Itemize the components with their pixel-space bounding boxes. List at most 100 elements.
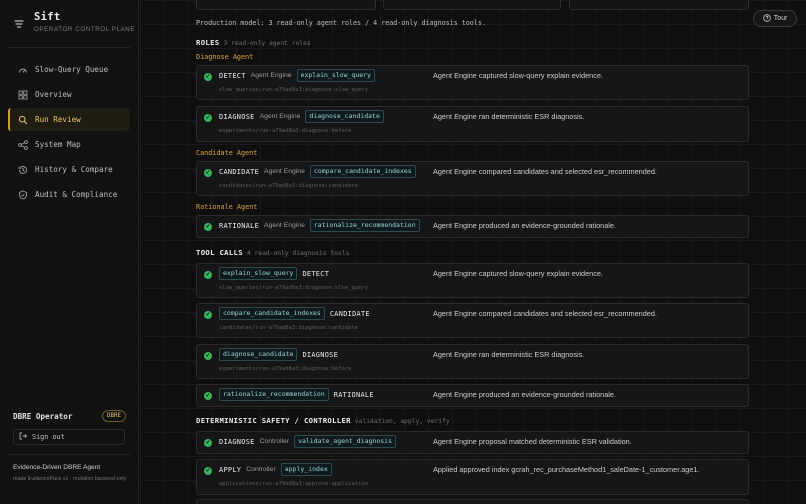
nav-item-run-review[interactable]: Run Review (8, 108, 130, 131)
history-icon (18, 165, 28, 175)
production-model-note: Production model: 3 read-only agent role… (196, 19, 486, 27)
nav-item-system-map[interactable]: System Map (8, 133, 130, 156)
divider (8, 454, 130, 455)
nav-item-overview[interactable]: Overview (8, 83, 130, 106)
nodes-icon (18, 139, 28, 150)
group-diagnose-agent: Diagnose Agent (196, 53, 254, 61)
check-circle-icon: ✓ (204, 352, 212, 360)
safety-row-validate[interactable]: ✓ DIAGNOSE Controller validate_agent_dia… (196, 431, 749, 454)
tool-calls-heading: TOOL CALLS 4 read-only diagnosis tools (196, 248, 349, 257)
tool-chip: validate_agent_diagnosis (294, 435, 396, 448)
step-description: Agent Engine captured slow-query explain… (433, 269, 603, 278)
step-keyword: DETECT (302, 269, 330, 278)
roles-heading: ROLES 3 read-only agent roles (196, 38, 311, 47)
summary-cards (196, 0, 749, 10)
tour-button[interactable]: Tour (753, 10, 797, 27)
step-keyword: CANDIDATE (329, 309, 370, 318)
step-description: Agent Engine produced an evidence-ground… (433, 221, 616, 230)
evidence-path: candidates/run-a79ad8a3:diagnose:candida… (219, 183, 359, 189)
footer-note: reads EvidencePack v1 · mutation backend… (13, 476, 127, 482)
safety-row[interactable] (196, 499, 749, 504)
nav-label: Audit & Compliance (35, 190, 118, 199)
role-row-diagnose[interactable]: ✓ DIAGNOSE Agent Engine diagnose_candida… (196, 106, 749, 142)
tool-chip: compare_candidate_indexes (219, 307, 325, 320)
tool-chip: rationalize_recommendation (219, 388, 329, 401)
nav-item-audit-compliance[interactable]: Audit & Compliance (8, 183, 130, 206)
group-candidate-agent: Candidate Agent (196, 149, 258, 157)
evidence-path: candidates/run-a79ad8a3:diagnose:candida… (219, 325, 359, 331)
tool-chip: explain_slow_query (219, 267, 298, 280)
tool-call-row[interactable]: ✓ rationalize_recommendation RATIONALE A… (196, 384, 749, 407)
role-row-candidate[interactable]: ✓ CANDIDATE Agent Engine compare_candida… (196, 161, 749, 196)
evidence-path: experiments/run-a79ad8a3:diagnose:before (219, 128, 352, 134)
nav-label: Run Review (35, 115, 81, 124)
section-subtitle: 4 read-only diagnosis tools (246, 250, 350, 257)
tool-chip: compare_candidate_indexes (309, 165, 416, 178)
actor-label: Agent Engine (264, 222, 305, 229)
help-circle-icon (762, 13, 771, 24)
main-panel: Tour Production model: 3 read-only agent… (140, 0, 806, 504)
actor-label: Controller (259, 438, 290, 445)
nav-item-history-compare[interactable]: History & Compare (8, 158, 130, 181)
evidence-path: slow_queries/run-a79ad8a3:diagnose:slow_… (219, 87, 369, 93)
actor-label: Controller (246, 466, 276, 473)
tool-call-row[interactable]: ✓ compare_candidate_indexes CANDIDATE ca… (196, 303, 749, 338)
step-description: Agent Engine proposal matched determinis… (433, 437, 632, 446)
check-circle-icon: ✓ (204, 311, 212, 319)
step-keyword: RATIONALE (219, 221, 260, 230)
actor-label: Agent Engine (250, 72, 292, 79)
gauge-icon (18, 65, 28, 75)
evidence-path: experiments/run-a79ad8a3:diagnose:before (219, 366, 352, 372)
nav-label: History & Compare (35, 165, 113, 174)
sidebar: Sift OPERATOR CONTROL PLANE Slow-Query Q… (0, 0, 139, 504)
shield-icon (18, 190, 28, 200)
brand: Sift OPERATOR CONTROL PLANE (12, 11, 135, 33)
safety-row-apply[interactable]: ✓ APPLY Controller apply_index applicati… (196, 459, 749, 495)
summary-card (569, 0, 749, 10)
step-keyword: RATIONALE (333, 390, 374, 399)
step-keyword: DETECT (219, 71, 246, 80)
step-description: Agent Engine ran deterministic ESR diagn… (433, 112, 585, 121)
step-description: Applied approved index gcrah_rec_purchas… (433, 465, 700, 474)
check-circle-icon: ✓ (204, 73, 212, 81)
safety-controller-heading: DETERMINISTIC SAFETY / CONTROLLER validat… (196, 416, 450, 425)
check-circle-icon: ✓ (204, 271, 212, 279)
check-circle-icon: ✓ (204, 169, 212, 177)
tool-call-row[interactable]: ✓ diagnose_candidate DIAGNOSE experiment… (196, 344, 749, 379)
step-keyword: DIAGNOSE (219, 112, 255, 121)
tool-chip: rationalize_recommendation (309, 219, 420, 232)
check-circle-icon: ✓ (204, 223, 212, 231)
magnifier-icon (18, 115, 28, 125)
step-description: Agent Engine captured slow-query explain… (433, 71, 603, 80)
summary-card (196, 0, 376, 10)
step-keyword: DIAGNOSE (219, 437, 255, 446)
nav-label: System Map (35, 140, 81, 149)
actor-label: Agent Engine (259, 113, 301, 120)
section-title: DETERMINISTIC SAFETY / CONTROLLER (196, 416, 351, 425)
section-title: TOOL CALLS (196, 248, 243, 257)
nav-item-slow-query-queue[interactable]: Slow-Query Queue (8, 58, 130, 81)
divider (8, 47, 130, 48)
nav-label: Overview (35, 90, 72, 99)
step-keyword: APPLY (219, 465, 242, 474)
summary-card (383, 0, 561, 10)
role-row-rationale[interactable]: ✓ RATIONALE Agent Engine rationalize_rec… (196, 215, 749, 238)
step-description: Agent Engine produced an evidence-ground… (433, 390, 616, 399)
role-row-detect[interactable]: ✓ DETECT Agent Engine explain_slow_query… (196, 65, 749, 100)
operator-name: DBRE Operator (13, 411, 73, 421)
section-subtitle: 3 read-only agent roles (223, 40, 311, 47)
tool-call-row[interactable]: ✓ explain_slow_query DETECT slow_queries… (196, 263, 749, 298)
step-description: Agent Engine compared candidates and sel… (433, 167, 657, 176)
sign-out-button[interactable]: Sign out (13, 429, 125, 445)
step-description: Agent Engine ran deterministic ESR diagn… (433, 350, 585, 359)
actor-label: Agent Engine (264, 168, 305, 175)
nav-label: Slow-Query Queue (35, 65, 109, 74)
evidence-path: applications/run-a79ad8a3:approve:applic… (219, 481, 369, 487)
tool-chip: diagnose_candidate (219, 348, 298, 361)
tour-label: Tour (773, 15, 788, 22)
sift-logo-icon (12, 18, 26, 32)
evidence-path: slow_queries/run-a79ad8a3:diagnose:slow_… (219, 285, 369, 291)
tool-chip: explain_slow_query (296, 69, 375, 82)
section-subtitle: validation, apply, verify (354, 418, 450, 425)
section-title: ROLES (196, 38, 220, 47)
